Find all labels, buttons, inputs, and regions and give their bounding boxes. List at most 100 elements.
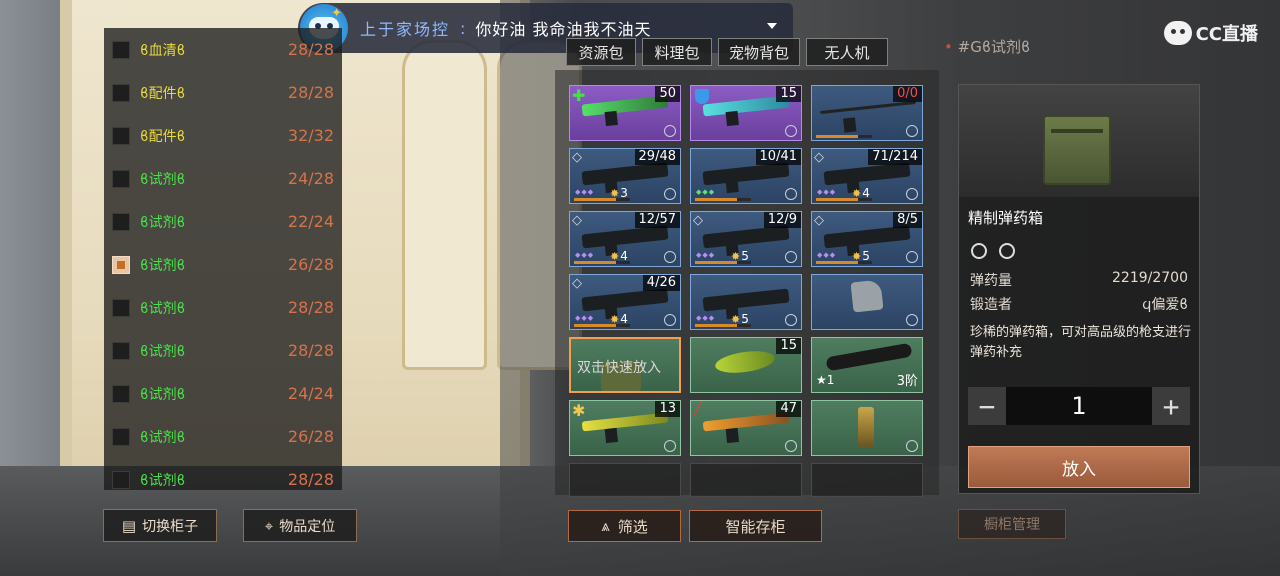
item-image <box>702 288 790 312</box>
inventory-item[interactable]: 15 <box>690 337 802 393</box>
item-checkbox[interactable] <box>112 126 130 145</box>
rarity-dots-icon: ◆◆◆ <box>817 188 837 196</box>
flake-icon: ✱ <box>572 401 586 420</box>
tab-drone[interactable]: 无人机 <box>806 38 888 66</box>
list-item[interactable]: ϐ试剂ϐ 28/28 <box>104 458 342 490</box>
inventory-item[interactable] <box>811 400 923 456</box>
cabinet-header-name: #Gϐ试剂ϐ <box>957 38 1031 56</box>
item-checkbox[interactable] <box>112 169 130 188</box>
status-icon <box>785 188 797 200</box>
item-checkbox[interactable] <box>112 384 130 403</box>
cabinet-manage-button[interactable]: 橱柜管理 <box>958 509 1066 539</box>
list-item[interactable]: ϐ试剂ϐ 26/28 <box>104 243 342 286</box>
smart-store-label: 智能存柜 <box>725 517 786 536</box>
quantity-value[interactable]: 1 <box>1006 387 1152 425</box>
status-icon <box>906 314 918 326</box>
status-icon <box>906 440 918 452</box>
durability-bar <box>574 198 630 201</box>
tab-resource-pack[interactable]: 资源包 <box>566 38 636 66</box>
inventory-item[interactable]: 15 <box>690 85 802 141</box>
status-icon <box>785 314 797 326</box>
item-checkbox[interactable] <box>112 341 130 360</box>
list-item-count: 26/28 <box>287 255 334 274</box>
item-checkbox[interactable] <box>112 255 130 274</box>
decrease-button[interactable]: − <box>968 387 1006 425</box>
ammo-crate-image <box>1043 115 1111 185</box>
item-image <box>825 342 913 372</box>
rarity-dots-icon: ◆◆◆ <box>575 251 595 259</box>
gem-icon: ◇ <box>814 150 824 165</box>
list-item[interactable]: ϐ试剂ϐ 28/28 <box>104 286 342 329</box>
switch-cabinet-label: 切换柜子 <box>142 518 199 535</box>
inventory-item[interactable]: ◆◆◆ ✸5 <box>690 274 802 330</box>
durability-bar <box>695 261 751 264</box>
list-item-name: ϐ血清ϐ <box>140 42 186 59</box>
inventory-item[interactable]: ╱ 47 <box>690 400 802 456</box>
gem-icon: ◇ <box>572 276 582 291</box>
smart-store-button[interactable]: 智能存柜 <box>689 510 822 542</box>
inventory-item[interactable]: 0/0 <box>811 85 923 141</box>
increase-button[interactable]: + <box>1152 387 1190 425</box>
list-item[interactable]: ϐ试剂ϐ 22/24 <box>104 200 342 243</box>
item-image <box>581 288 669 312</box>
inventory-item[interactable]: ★1 3阶 <box>811 337 923 393</box>
empty-slot[interactable] <box>811 463 923 497</box>
list-item[interactable]: ϐ试剂ϐ 24/24 <box>104 372 342 415</box>
item-image <box>823 225 911 249</box>
inventory-item[interactable]: ◇ 12/9 ◆◆◆ ✸5 <box>690 211 802 267</box>
inventory-item[interactable] <box>811 274 923 330</box>
forger-row: 锻造者 ϥ偏爱ϐ <box>970 294 1188 314</box>
filter-button[interactable]: ⩓ 筛选 <box>568 510 681 542</box>
list-item-name: ϐ试剂ϐ <box>140 343 186 360</box>
durability-bar <box>695 324 751 327</box>
item-checkbox[interactable] <box>112 298 130 317</box>
chat-message: 你好油 我命油我不油天 <box>475 20 652 39</box>
inventory-item[interactable]: ◇ 12/57 ◆◆◆ ✸4 <box>569 211 681 267</box>
item-checkbox[interactable] <box>112 40 130 59</box>
list-item-name: ϐ试剂ϐ <box>140 472 186 489</box>
inventory-item[interactable]: ◇ 29/48 ◆◆◆ ✸3 <box>569 148 681 204</box>
item-count-badge: 4/26 <box>642 275 680 291</box>
watermark-text: CC直播 <box>1195 24 1258 45</box>
crown-icon: ✦ <box>331 6 342 21</box>
locate-item-button[interactable]: ⌖ 物品定位 <box>243 509 357 542</box>
switch-cabinet-button[interactable]: ▤ 切换柜子 <box>103 509 217 542</box>
list-item[interactable]: ϐ试剂ϐ 28/28 <box>104 329 342 372</box>
rarity-dots-icon: ◆◆◆ <box>575 314 595 322</box>
inventory-item[interactable]: ◇ 4/26 ◆◆◆ ✸4 <box>569 274 681 330</box>
item-checkbox[interactable] <box>112 427 130 446</box>
item-image <box>858 407 874 447</box>
item-checkbox[interactable] <box>112 470 130 489</box>
list-item[interactable]: ϐ试剂ϐ 24/28 <box>104 157 342 200</box>
inventory-item[interactable]: ◇ 8/5 ◆◆◆ ✸5 <box>811 211 923 267</box>
heart-icon: ✚ <box>572 86 586 105</box>
list-item-count: 28/28 <box>287 83 334 102</box>
empty-slot[interactable] <box>569 463 681 497</box>
inventory-item[interactable]: ✱ 13 <box>569 400 681 456</box>
item-checkbox[interactable] <box>112 212 130 231</box>
cabinet-list[interactable]: ϐ血清ϐ 28/28 ϐ配件ϐ 28/28 ϐ配件ϐ 32/32 ϐ试剂ϐ 24/28 ϐ试剂ϐ… <box>104 28 342 490</box>
list-item[interactable]: ϐ血清ϐ 28/28 <box>104 28 342 71</box>
item-count-badge: 15 <box>776 338 801 354</box>
inventory-item[interactable]: 10/41 ◆◆◆ <box>690 148 802 204</box>
list-item[interactable]: ϐ配件ϐ 32/32 <box>104 114 342 157</box>
tab-pet-bag[interactable]: 宠物背包 <box>718 38 800 66</box>
chevron-down-icon[interactable] <box>767 23 777 29</box>
list-item[interactable]: ϐ配件ϐ 28/28 <box>104 71 342 114</box>
rarity-dots-icon: ◆◆◆ <box>575 188 595 196</box>
put-in-button[interactable]: 放入 <box>968 446 1190 488</box>
item-count-badge: 8/5 <box>893 212 922 228</box>
inventory-item[interactable]: ✚ 50 <box>569 85 681 141</box>
ammo-row: 弹药量 2219/2700 <box>970 270 1188 290</box>
list-item[interactable]: ϐ试剂ϐ 26/28 <box>104 415 342 458</box>
item-detail-panel: 精制弹药箱 弹药量 2219/2700 锻造者 ϥ偏爱ϐ 珍稀的弹药箱，可对高品… <box>958 84 1200 494</box>
forger-value: ϥ偏爱ϐ <box>1142 297 1188 313</box>
empty-slot[interactable] <box>690 463 802 497</box>
tab-cooking-pack[interactable]: 料理包 <box>642 38 712 66</box>
inventory-item[interactable]: 双击快速放入 <box>569 337 681 393</box>
item-checkbox[interactable] <box>112 83 130 102</box>
list-item-name: ϐ试剂ϐ <box>140 429 186 446</box>
cabinet-header-dot: • <box>944 38 953 56</box>
list-item-name: ϐ试剂ϐ <box>140 171 186 188</box>
inventory-item[interactable]: ◇ 71/214 ◆◆◆ ✸4 <box>811 148 923 204</box>
